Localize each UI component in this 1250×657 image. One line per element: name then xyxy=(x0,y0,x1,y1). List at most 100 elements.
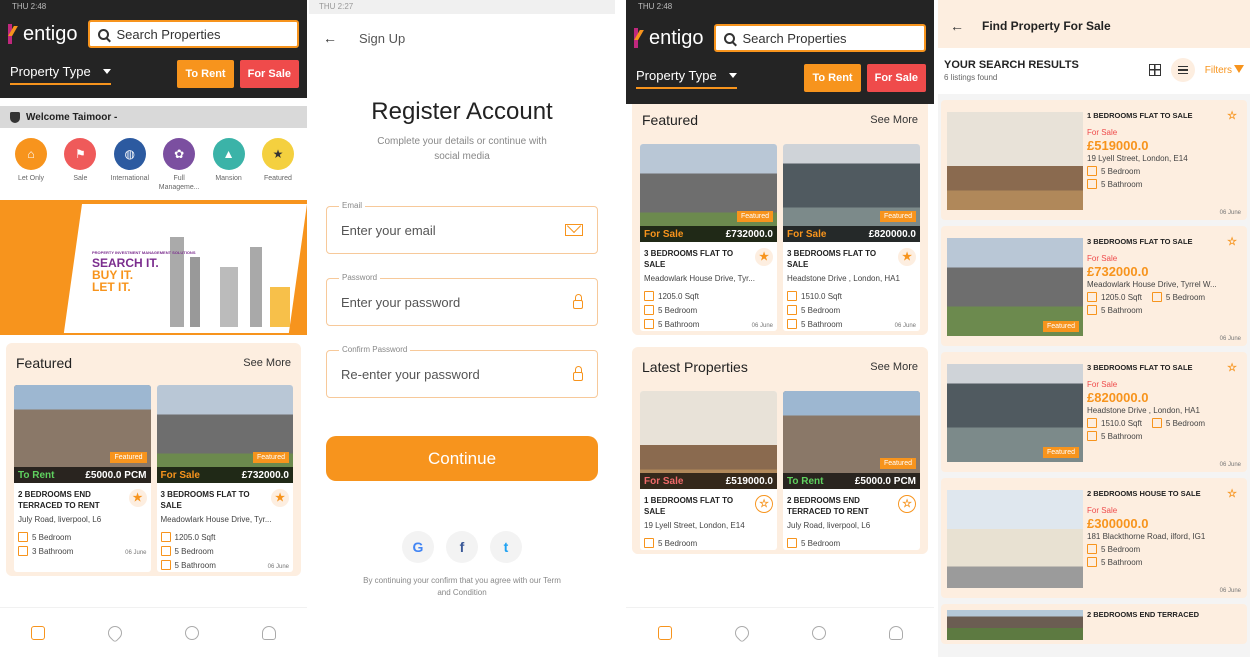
welcome-bar[interactable]: Welcome Taimoor - xyxy=(0,106,307,128)
heart-icon[interactable] xyxy=(731,622,752,643)
listing-date: 06 June xyxy=(1219,588,1241,594)
bath-icon xyxy=(644,319,654,329)
continue-button[interactable]: Continue xyxy=(326,436,598,481)
bedrooms: 5 Bedroom xyxy=(32,532,72,542)
bottom-nav xyxy=(0,607,307,657)
search-input[interactable]: Search Properties xyxy=(713,24,926,52)
property-card[interactable]: Featured To Rent £5000.0 PCM 2 BEDROOMS EN… xyxy=(783,391,920,550)
bath-icon xyxy=(1087,431,1097,441)
listing-card[interactable]: 1 BEDROOMS FLAT TO SALE ☆ For Sale £51900… xyxy=(941,100,1247,220)
for-sale-button[interactable]: For Sale xyxy=(239,60,299,88)
filters-button[interactable]: Filters xyxy=(1205,64,1244,76)
logo-text: entigo xyxy=(23,22,78,45)
star-outline-icon[interactable]: ☆ xyxy=(1223,232,1241,250)
password-field[interactable]: Password Enter your password xyxy=(326,273,598,326)
home-icon[interactable] xyxy=(31,625,46,640)
heart-icon[interactable] xyxy=(105,622,126,643)
field-label: Confirm Password xyxy=(339,345,411,354)
confirm-password-field[interactable]: Confirm Password Re-enter your password xyxy=(326,345,598,398)
star-outline-icon[interactable]: ☆ xyxy=(1223,484,1241,502)
listing-title: 2 BEDROOMS END TERRACED TO RENT xyxy=(18,490,100,510)
listing-title: 3 BEDROOMS FLAT TO SALE xyxy=(1087,236,1193,246)
star-icon[interactable]: ★ xyxy=(755,248,773,266)
back-arrow-icon[interactable]: ← xyxy=(323,30,337,46)
category-sale[interactable]: ⚑ Sale xyxy=(57,138,103,192)
see-more-link[interactable]: See More xyxy=(243,357,291,369)
facebook-icon[interactable]: f xyxy=(446,531,478,563)
property-card[interactable]: Featured For Sale £820000.0 3 BEDROOMS FLA… xyxy=(783,144,920,331)
for-sale-button[interactable]: For Sale xyxy=(866,64,926,92)
listing-card[interactable]: 2 BEDROOMS END TERRACED xyxy=(941,604,1247,644)
bed-icon xyxy=(160,546,171,556)
list-view-icon[interactable] xyxy=(1170,58,1195,82)
star-outline-icon[interactable]: ☆ xyxy=(755,495,773,513)
property-card[interactable]: Featured To Rent £5000.0 PCM 2 BEDROOMS EN… xyxy=(14,385,151,572)
featured-badge: Featured xyxy=(879,211,916,222)
search-results-screen: ← Find Property For Sale YOUR SEARCH RESU… xyxy=(938,0,1250,657)
app-header: THU 2:48 entigo Search Properties Proper… xyxy=(626,0,934,104)
email-field[interactable]: Email Enter your email xyxy=(326,201,598,254)
category-full-management[interactable]: ✿ Full Manageme... xyxy=(156,138,202,192)
listing-date: 06 June xyxy=(1219,462,1241,468)
star-outline-icon[interactable]: ☆ xyxy=(1223,106,1241,124)
chat-icon[interactable] xyxy=(811,625,826,640)
listing-card[interactable]: 2 BEDROOMS HOUSE TO SALE ☆ For Sale £3000… xyxy=(941,478,1247,598)
chat-icon[interactable] xyxy=(184,625,199,640)
listing-title: 3 BEDROOMS FLAT TO SALE xyxy=(644,249,734,269)
app-header: THU 2:48 entigo Search Properties Proper… xyxy=(0,0,307,98)
property-type-dropdown[interactable]: Property Type xyxy=(636,68,737,89)
listing-price: £5000.0 PCM xyxy=(854,475,916,487)
property-card[interactable]: Featured For Sale £732000.0 3 BEDROOMS FLA… xyxy=(640,144,777,331)
listing-card[interactable]: Featured 3 BEDROOMS FLAT TO SALE ☆ For Sa… xyxy=(941,352,1247,472)
property-image: Featured For Sale £820000.0 xyxy=(783,144,920,242)
star-icon[interactable]: ★ xyxy=(271,489,289,507)
bathrooms: 5 Bathroom xyxy=(1101,305,1143,315)
property-card[interactable]: For Sale £519000.0 1 BEDROOMS FLAT TO SAL… xyxy=(640,391,777,550)
listing-date: 06 June xyxy=(1219,210,1241,216)
grid-view-icon[interactable] xyxy=(1148,64,1161,76)
listing-tag: For Sale xyxy=(644,228,684,240)
welcome-text: Welcome Taimoor - xyxy=(26,111,118,123)
see-more-link[interactable]: See More xyxy=(870,361,918,373)
skyline-building xyxy=(220,267,238,327)
category-let-only[interactable]: ⌂ Let Only xyxy=(8,138,54,192)
category-featured[interactable]: ★ Featured xyxy=(255,138,301,192)
banner-text: PROPERTY INVESTMENT MANAGEMENT SOLUTIONS… xyxy=(92,250,196,293)
user-icon[interactable] xyxy=(888,625,903,640)
bed-icon xyxy=(787,538,797,548)
home-icon[interactable] xyxy=(657,625,672,640)
bath-icon xyxy=(18,546,28,556)
star-icon[interactable]: ★ xyxy=(898,248,916,266)
property-type-dropdown[interactable]: Property Type xyxy=(10,64,111,85)
listing-card[interactable]: Featured 3 BEDROOMS FLAT TO SALE ☆ For Sa… xyxy=(941,226,1247,346)
bed-icon xyxy=(787,305,797,315)
category-international[interactable]: ◍ International xyxy=(107,138,153,192)
google-icon[interactable]: G xyxy=(402,531,434,563)
promo-banner[interactable]: PROPERTY INVESTMENT MANAGEMENT SOLUTIONS… xyxy=(0,200,307,335)
see-more-link[interactable]: See More xyxy=(870,114,918,126)
user-icon[interactable] xyxy=(261,625,276,640)
app-logo: entigo xyxy=(8,23,78,46)
property-card[interactable]: Featured For Sale £732000.0 3 BEDROOMS FLA… xyxy=(156,385,293,572)
search-input[interactable]: Search Properties xyxy=(87,20,299,48)
listing-title: 2 BEDROOMS END TERRACED xyxy=(1087,610,1200,619)
app-logo: entigo xyxy=(634,27,704,50)
bathrooms: 5 Bathroom xyxy=(174,560,216,570)
bed-icon xyxy=(18,532,28,542)
listing-price: £820000.0 xyxy=(868,228,916,240)
to-rent-button[interactable]: To Rent xyxy=(177,60,234,88)
star-outline-icon[interactable]: ☆ xyxy=(1223,358,1241,376)
listing-address: Headstone Drive , London, HA1 xyxy=(1087,406,1200,415)
twitter-icon[interactable]: t xyxy=(490,531,522,563)
category-mansion[interactable]: ▲ Mansion xyxy=(206,138,252,192)
to-rent-button[interactable]: To Rent xyxy=(804,64,861,92)
search-placeholder: Search Properties xyxy=(116,26,221,42)
latest-section: Latest Properties See More For Sale £51900… xyxy=(632,347,928,554)
back-arrow-icon[interactable]: ← xyxy=(950,18,964,34)
star-outline-icon[interactable]: ☆ xyxy=(898,495,916,513)
star-icon[interactable]: ★ xyxy=(128,489,147,507)
bedrooms: 5 Bedroom xyxy=(1165,418,1206,428)
search-placeholder: Search Properties xyxy=(742,30,847,46)
star-icon: ★ xyxy=(261,138,294,170)
status-bar: THU 2:27 xyxy=(309,0,615,14)
